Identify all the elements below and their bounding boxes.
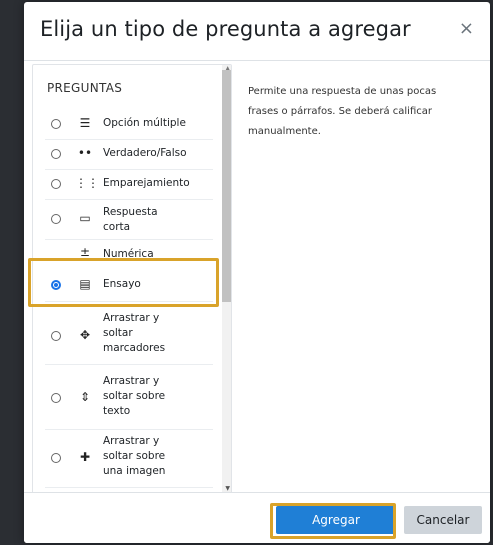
question-option-label: Emparejamiento <box>103 177 190 189</box>
question-option-label: Arrastrar y soltar sobre una imagen <box>103 435 166 477</box>
question-option-label: Numérica <box>103 248 154 260</box>
radio-button[interactable] <box>51 393 61 403</box>
numeric-icon: ± <box>79 245 91 259</box>
backdrop-left <box>0 0 24 545</box>
list-scrollbar[interactable]: ▲ ▼ <box>222 65 231 495</box>
dots-icon: •• <box>77 146 93 160</box>
question-option-essay[interactable]: ▤ Ensayo <box>45 269 213 302</box>
question-option-label: Ensayo <box>103 278 141 290</box>
question-option-numeric[interactable]: ± Numérica <box>45 239 213 260</box>
question-option-drag-image[interactable]: ✚ Arrastrar y soltar sobre una imagen <box>45 429 213 488</box>
essay-icon: ▤ <box>79 277 91 291</box>
question-type-list: PREGUNTAS ☰ Opción múltiple •• Verdadero… <box>32 64 232 496</box>
question-type-description: Permite una respuesta de unas pocas fras… <box>248 86 437 137</box>
radio-button[interactable] <box>51 214 61 224</box>
drag-markers-icon: ✥ <box>79 328 91 342</box>
drag-text-icon: ⇕ <box>79 390 91 404</box>
list-icon: ☰ <box>79 116 91 130</box>
question-option-label: Verdadero/Falso <box>103 147 187 159</box>
dialog-title: Elija un tipo de pregunta a agregar <box>40 17 411 41</box>
dialog-header: Elija un tipo de pregunta a agregar × <box>24 2 490 61</box>
close-icon[interactable]: × <box>459 20 474 38</box>
radio-button[interactable] <box>51 119 61 129</box>
radio-button[interactable] <box>51 179 61 189</box>
question-option-label: Opción múltiple <box>103 117 186 129</box>
radio-button[interactable] <box>51 453 61 463</box>
question-type-dialog: Elija un tipo de pregunta a agregar × PR… <box>24 2 490 543</box>
radio-button[interactable] <box>51 149 61 159</box>
question-option-multiple-choice[interactable]: ☰ Opción múltiple <box>45 109 213 140</box>
question-option-short-answer[interactable]: ▭ Respuesta corta <box>45 199 213 240</box>
radio-button-selected[interactable] <box>51 280 61 290</box>
grid-icon: ⋮⋮ <box>75 176 99 190</box>
dialog-footer: Agregar Cancelar <box>24 492 490 543</box>
question-option-drag-text[interactable]: ⇕ Arrastrar y soltar sobre texto <box>45 369 213 430</box>
question-option-matching[interactable]: ⋮⋮ Emparejamiento <box>45 169 213 200</box>
question-option-label: Respuesta corta <box>103 206 158 233</box>
question-option-true-false[interactable]: •• Verdadero/Falso <box>45 139 213 170</box>
radio-button[interactable] <box>51 331 61 341</box>
question-option-label: Arrastrar y soltar sobre texto <box>103 375 166 417</box>
question-option-label: Arrastrar y soltar marcadores <box>103 312 166 354</box>
list-heading: PREGUNTAS <box>47 81 123 95</box>
scrollbar-thumb[interactable] <box>222 70 231 302</box>
short-answer-icon: ▭ <box>79 211 91 225</box>
drag-image-icon: ✚ <box>79 450 91 464</box>
question-option-drag-markers[interactable]: ✥ Arrastrar y soltar marcadores <box>45 309 213 365</box>
cancel-button[interactable]: Cancelar <box>404 506 482 534</box>
add-button[interactable]: Agregar <box>276 506 396 534</box>
